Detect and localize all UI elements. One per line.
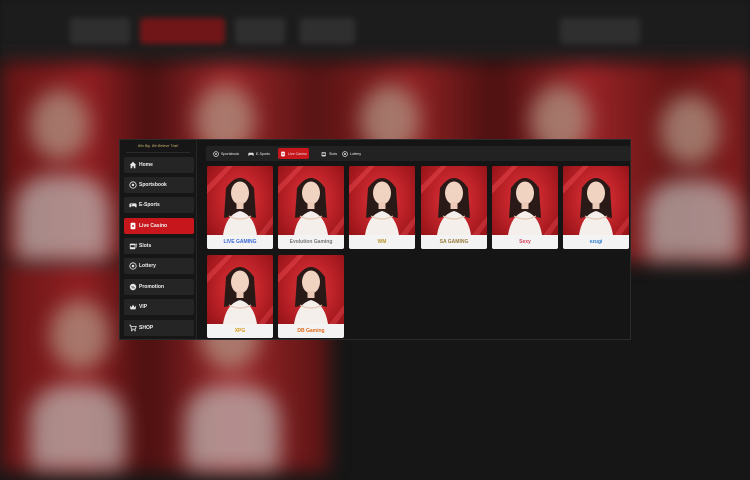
gift-icon: % [129,283,137,291]
provider-name: XPG [234,328,246,334]
crown-icon [129,304,137,310]
sidebar-item-home[interactable]: Home [124,157,194,173]
provider-logo: ezugi [563,235,629,249]
game-card[interactable]: LIVE GAMING [207,166,273,249]
playing-card-icon [281,151,285,156]
playing-card-icon [130,222,136,230]
sidebar-item-shop[interactable]: SHOP [124,320,194,336]
sidebar-item-label: VIP [139,304,148,310]
soccer-ball-icon [213,150,219,157]
sidebar-item-label: Lottery [139,263,156,269]
game-card[interactable]: SA GAMING [421,166,487,249]
provider-name: WM [377,239,387,245]
home-icon [129,161,137,169]
sidebar-item-sportsbook[interactable]: Sportsbook [124,177,194,193]
provider-logo: Evolution Gaming [278,235,344,249]
logo-tagline: Win Big. We Believe That! [137,144,179,148]
sidebar-item-label: Sportsbook [139,182,167,188]
sidebar-item-label: Slots [139,243,152,249]
provider-logo: XPG [207,324,273,338]
provider-logo: Sexy [492,235,558,249]
game-card[interactable]: XPG [207,255,273,338]
tab-label: Slots [329,151,337,156]
slot-machine-icon [321,151,326,156]
tab-label: Lottery [350,151,361,156]
game-card[interactable]: DB Gaming [278,255,344,338]
tab-label: Sportsbook [221,151,240,156]
provider-logo: SA GAMING [421,235,487,249]
site-logo[interactable]: Win Big. We Believe That! [126,140,190,153]
sidebar-item-label: Promotion [139,284,164,290]
tab-label: Live Casino [288,151,307,156]
provider-name: DB Gaming [297,328,325,334]
tab-label: E-Sports [256,151,270,156]
lottery-ball-icon [342,150,348,157]
provider-name: Evolution Gaming [289,239,333,245]
soccer-ball-icon [129,181,137,189]
tab-lottery[interactable]: Lottery [340,148,363,159]
tab-slots[interactable]: Slots [319,148,339,159]
tab-live-casino[interactable]: Live Casino [278,148,309,159]
game-card[interactable]: Evolution Gaming [278,166,344,249]
game-card[interactable]: WM [349,166,415,249]
tab-esports[interactable]: E-Sports [246,148,272,159]
sidebar-item-slots[interactable]: Slots [124,238,194,254]
category-tabs: Sportsbook E-Sports Live Casino Slots Lo… [206,146,630,161]
gamepad-icon [248,152,254,156]
game-card[interactable]: Sexy [492,166,558,249]
provider-logo: DB Gaming [278,324,344,338]
sidebar-item-promotion[interactable]: % Promotion [124,279,194,295]
lottery-ball-icon [129,262,137,270]
cart-icon [129,324,137,332]
provider-logo: WM [349,235,415,249]
provider-name: Sexy [519,239,531,245]
slot-machine-icon [129,243,137,250]
provider-logo: LIVE GAMING [207,235,273,249]
tab-sportsbook[interactable]: Sportsbook [211,148,241,159]
sidebar-item-label: Live Casino [139,223,168,229]
gamepad-icon [129,203,137,208]
svg-text:%: % [131,284,135,289]
game-card[interactable]: ezugi [563,166,629,249]
sidebar-item-live-casino[interactable]: Live Casino [124,218,194,234]
sidebar: Win Big. We Believe That! Home Sportsboo… [120,140,197,339]
sidebar-item-label: E-Sports [139,202,160,208]
sidebar-item-label: SHOP [139,325,154,331]
sidebar-item-vip[interactable]: VIP [124,299,194,315]
provider-name: LIVE GAMING [223,239,257,245]
casino-window: Win Big. We Believe That! Home Sportsboo… [119,139,631,340]
sidebar-item-lottery[interactable]: Lottery [124,258,194,274]
sidebar-item-label: Home [139,162,153,168]
provider-name: ezugi [589,239,603,245]
provider-name: SA GAMING [439,239,469,245]
sidebar-item-esports[interactable]: E-Sports [124,197,194,213]
main-content: Sportsbook E-Sports Live Casino Slots Lo… [206,140,630,339]
